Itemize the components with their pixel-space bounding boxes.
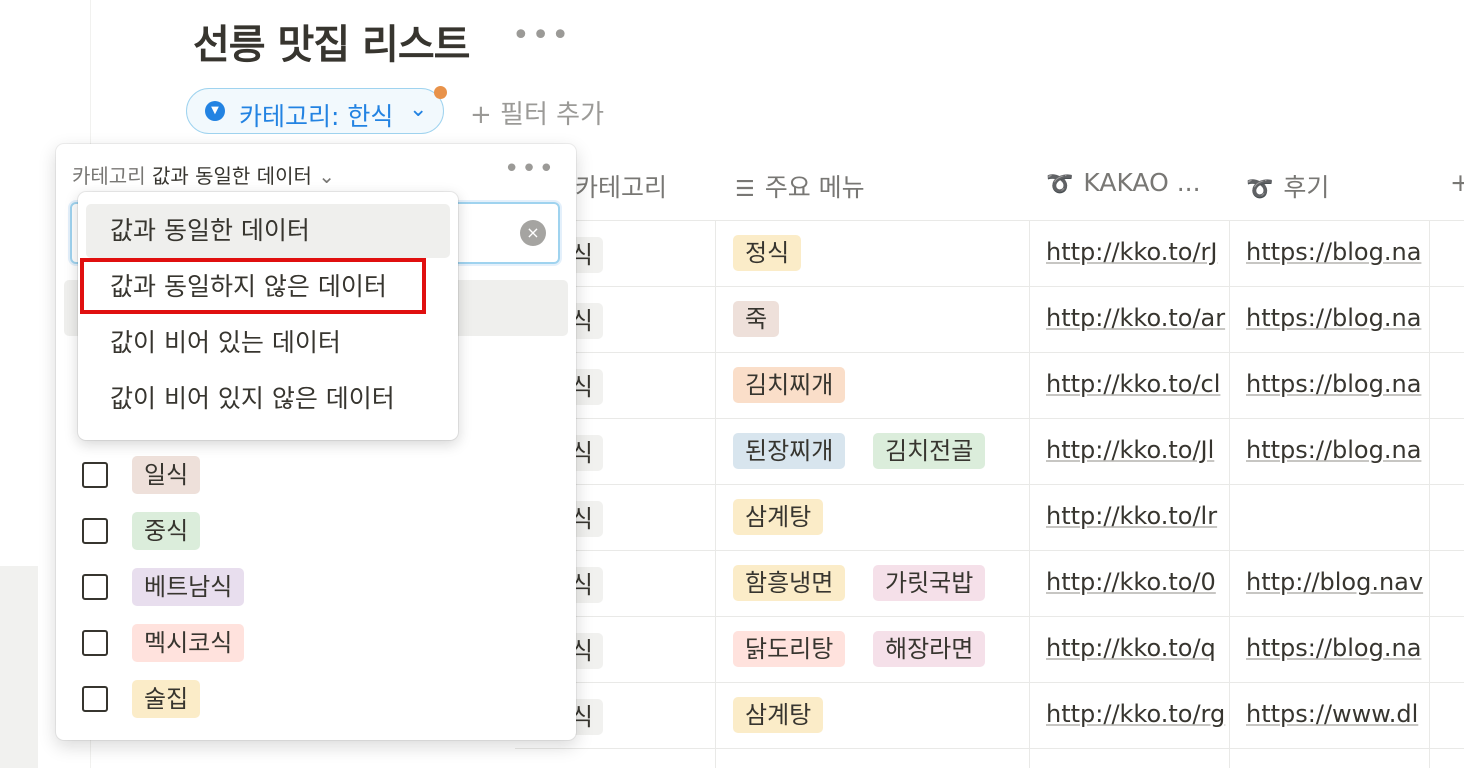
filter-option[interactable]: 베트남식 (82, 564, 542, 612)
condition-option[interactable]: 값이 비어 있지 않은 데이터 (86, 372, 450, 426)
add-filter-button[interactable]: + 필터 추가 (470, 94, 604, 131)
kakao-link[interactable]: http://kko.to/ar (1046, 304, 1228, 332)
chevron-down-icon: ⌄ (318, 164, 336, 188)
menu-tag: 삼계탕 (733, 499, 824, 535)
option-tag: 술집 (132, 680, 201, 718)
menu-tag: 삼계탕 (733, 697, 824, 733)
column-type-icon: ➰ (1246, 177, 1274, 202)
condition-option[interactable]: 값이 비어 있는 데이터 (86, 316, 450, 370)
menu-tag: 함흥냉면 (733, 565, 846, 601)
filter-option[interactable]: 일식 (82, 452, 542, 500)
filter-chip-category[interactable]: ▼ 카테고리: 한식 ⌄ (186, 88, 444, 134)
column-header-label: + (1450, 168, 1464, 197)
menu-tag: 김치전골 (873, 433, 986, 469)
option-tag: 일식 (132, 456, 201, 494)
column-header[interactable]: ☰ 주요 메뉴 (735, 168, 865, 204)
menu-tag: 해장라면 (873, 631, 986, 667)
menu-tag: 김치찌개 (733, 367, 846, 403)
column-header-label: 카테고리 (575, 173, 668, 202)
checkbox[interactable] (82, 462, 108, 488)
kakao-link[interactable]: http://kko.to/q (1046, 634, 1228, 662)
review-link[interactable]: https://blog.na (1246, 304, 1428, 332)
kakao-link[interactable]: http://kko.to/Jl (1046, 436, 1228, 464)
filter-option[interactable]: 멕시코식 (82, 620, 542, 668)
column-header[interactable]: ➰ KAKAO ... (1046, 168, 1201, 197)
checkbox[interactable] (82, 518, 108, 544)
review-link[interactable]: https://blog.na (1246, 436, 1428, 464)
kakao-link[interactable]: http://kko.to/cl (1046, 370, 1228, 398)
column-header[interactable]: 카테고리 (575, 168, 667, 204)
filter-option[interactable]: 술집 (82, 676, 542, 724)
kakao-link[interactable]: http://kko.to/0 (1046, 568, 1228, 596)
table-row[interactable] (515, 484, 1464, 551)
filter-condition-header[interactable]: 카테고리 값과 동일한 데이터 ⌄ (72, 160, 335, 189)
menu-tag: 정식 (733, 235, 802, 271)
filter-option[interactable]: 중식 (82, 508, 542, 556)
option-tag: 멕시코식 (132, 624, 245, 662)
more-icon[interactable]: ••• (512, 18, 571, 53)
column-header-label: 후기 (1283, 173, 1330, 202)
sidebar-block (0, 566, 38, 768)
column-header[interactable]: ➰ 후기 (1246, 168, 1329, 204)
column-header-label: 주요 메뉴 (764, 173, 865, 202)
condition-menu: 값과 동일한 데이터 값과 동일하지 않은 데이터 값이 비어 있는 데이터 값이 비… (78, 192, 458, 440)
review-link[interactable]: http://blog.nav (1246, 568, 1428, 596)
unsaved-dot (434, 86, 447, 99)
kakao-link[interactable]: http://kko.to/lr (1046, 502, 1228, 530)
chevron-down-icon: ⌄ (409, 97, 428, 122)
page-title: 선릉 맛집 리스트 (193, 22, 470, 68)
review-link[interactable]: https://www.dl (1246, 700, 1428, 728)
checkbox[interactable] (82, 574, 108, 600)
condition-option[interactable]: 값과 동일하지 않은 데이터 (86, 260, 450, 314)
filter-condition-label: 값과 동일한 데이터 (151, 164, 312, 188)
option-tag: 중식 (132, 512, 201, 550)
review-link[interactable]: https://blog.na (1246, 238, 1428, 266)
more-icon[interactable]: ••• (504, 154, 556, 184)
filter-chip-label: 카테고리: 한식 (239, 102, 394, 131)
column-type-icon: ☰ (735, 177, 755, 202)
menu-tag: 닭도리탕 (733, 631, 846, 667)
clear-icon[interactable]: × (520, 220, 546, 246)
column-header-label: KAKAO ... (1083, 168, 1201, 197)
condition-option[interactable]: 값과 동일한 데이터 (86, 204, 450, 258)
review-link[interactable]: https://blog.na (1246, 370, 1428, 398)
menu-tag: 가릿국밥 (873, 565, 986, 601)
checkbox[interactable] (82, 630, 108, 656)
column-header[interactable]: + (1450, 168, 1464, 197)
checkbox[interactable] (82, 686, 108, 712)
kakao-link[interactable]: http://kko.to/rg (1046, 700, 1228, 728)
menu-tag: 죽 (733, 301, 780, 337)
review-link[interactable]: https://blog.na (1246, 634, 1428, 662)
filter-property-label: 카테고리 (72, 164, 146, 188)
option-tag: 베트남식 (132, 568, 245, 606)
filter-icon: ▼ (205, 101, 225, 121)
menu-tag: 된장찌개 (733, 433, 846, 469)
kakao-link[interactable]: http://kko.to/rJ (1046, 238, 1228, 266)
column-type-icon: ➰ (1046, 172, 1074, 197)
